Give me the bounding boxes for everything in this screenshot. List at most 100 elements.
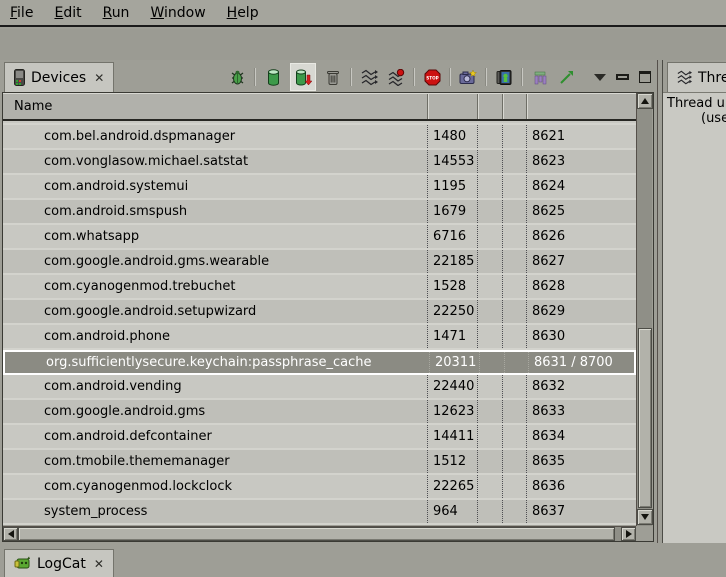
table-row[interactable]: com.whatsapp 6716 8626 xyxy=(3,225,636,250)
scroll-left-button[interactable] xyxy=(3,527,18,541)
process-port-cell: 8632 xyxy=(527,375,636,398)
scroll-down-button[interactable] xyxy=(637,509,653,525)
stop-process-button[interactable]: STOP xyxy=(422,66,442,88)
process-port-cell: 8630 xyxy=(527,325,636,348)
process-pid-cell: 22440 xyxy=(428,375,478,398)
toolbar-separator xyxy=(413,68,415,86)
device-screen-icon xyxy=(496,69,512,86)
tab-devices[interactable]: Devices ✕ xyxy=(4,62,114,92)
table-row[interactable]: com.android.vending 22440 8632 xyxy=(3,375,636,400)
toolbar-separator xyxy=(350,68,352,86)
debug-process-button[interactable] xyxy=(227,66,247,88)
systrace-button[interactable] xyxy=(557,66,577,88)
vertical-scroll-thumb[interactable] xyxy=(638,328,652,508)
stop-icon: STOP xyxy=(424,69,441,86)
vertical-scrollbar[interactable] xyxy=(636,93,652,526)
column-header-4[interactable] xyxy=(503,94,527,119)
table-row[interactable]: com.cyanogenmod.lockclock 22265 8636 xyxy=(3,475,636,500)
table-row[interactable]: com.android.smspush 1679 8625 xyxy=(3,200,636,225)
empty-cell xyxy=(503,475,527,498)
horizontal-scrollbar[interactable] xyxy=(3,526,636,541)
process-pid-cell: 14411 xyxy=(428,425,478,448)
update-threads-button[interactable] xyxy=(359,66,379,88)
threads-message: Thread updates not enabled for selected … xyxy=(663,92,726,543)
process-pid-cell: 14553 xyxy=(428,150,478,173)
process-name-cell: org.sufficientlysecure.keychain:passphra… xyxy=(5,352,430,373)
horizontal-scroll-thumb[interactable] xyxy=(18,527,615,541)
process-pid-cell: 12623 xyxy=(428,400,478,423)
close-icon[interactable]: ✕ xyxy=(94,557,104,571)
process-pid-cell: 1471 xyxy=(428,325,478,348)
profiling-bars-icon xyxy=(533,69,548,86)
table-header: Name xyxy=(3,93,636,121)
tab-threads[interactable]: Threads xyxy=(667,62,726,92)
table-row[interactable]: com.android.defcontainer 14411 8634 xyxy=(3,425,636,450)
table-row[interactable]: com.google.android.gms 12623 8633 xyxy=(3,400,636,425)
scroll-up-button[interactable] xyxy=(637,93,653,109)
table-row[interactable]: com.tmobile.thememanager 1512 8635 xyxy=(3,450,636,475)
menubar: File Edit Run Window Help xyxy=(0,0,726,27)
menu-edit[interactable]: Edit xyxy=(54,5,81,21)
process-pid-cell: 22250 xyxy=(428,300,478,323)
thread-profiling-button[interactable] xyxy=(386,66,406,88)
column-header-port[interactable] xyxy=(527,94,636,119)
table-row[interactable]: com.android.systemui 1195 8624 xyxy=(3,175,636,200)
threads-icon xyxy=(361,69,378,86)
empty-cell xyxy=(478,425,503,448)
camera-icon xyxy=(459,69,477,86)
column-header-3[interactable] xyxy=(478,94,503,119)
empty-cell xyxy=(503,300,527,323)
table-row[interactable]: com.android.phone 1471 8630 xyxy=(3,325,636,350)
heap-icon xyxy=(267,69,280,86)
arrow-up-icon xyxy=(641,98,649,104)
tab-devices-label: Devices xyxy=(31,70,86,86)
toolbar-separator xyxy=(254,68,256,86)
process-name-cell: com.cyanogenmod.lockclock xyxy=(3,475,428,498)
table-row[interactable]: com.bel.android.dspmanager 1480 8621 xyxy=(3,125,636,150)
screen-capture-button[interactable] xyxy=(458,66,478,88)
process-port-cell: 8623 xyxy=(527,150,636,173)
view-hierarchy-button[interactable] xyxy=(494,66,514,88)
table-row[interactable]: com.google.android.gms.wearable 22185 86… xyxy=(3,250,636,275)
column-header-pid[interactable] xyxy=(428,94,478,119)
close-icon[interactable]: ✕ xyxy=(94,71,104,85)
table-row[interactable]: system_process 964 8637 xyxy=(3,500,636,525)
stop-icon-label: STOP xyxy=(426,75,439,80)
process-port-cell: 8627 xyxy=(527,250,636,273)
empty-cell xyxy=(503,200,527,223)
empty-cell xyxy=(478,250,503,273)
minimize-button[interactable] xyxy=(616,74,629,80)
process-name-cell: com.whatsapp xyxy=(3,225,428,248)
devices-tabbar: Devices ✕ xyxy=(0,60,657,92)
update-heap-button[interactable] xyxy=(263,66,283,88)
maximize-button[interactable] xyxy=(639,71,651,83)
empty-cell xyxy=(478,475,503,498)
column-header-name[interactable]: Name xyxy=(3,94,428,119)
process-port-cell: 8637 xyxy=(527,500,636,523)
table-row[interactable]: com.vonglasow.michael.satstat 14553 8623 xyxy=(3,150,636,175)
table-row[interactable]: org.sufficientlysecure.keychain:passphra… xyxy=(3,350,636,375)
scroll-right-button[interactable] xyxy=(621,527,636,541)
table-row[interactable]: com.google.android.setupwizard 22250 862… xyxy=(3,300,636,325)
table-row[interactable]: com.cyanogenmod.trebuchet 1528 8628 xyxy=(3,275,636,300)
tab-logcat[interactable]: LogCat ✕ xyxy=(4,549,114,577)
process-port-cell: 8625 xyxy=(527,200,636,223)
process-pid-cell: 1512 xyxy=(428,450,478,473)
view-menu-button[interactable] xyxy=(594,74,606,81)
dump-hprof-button[interactable] xyxy=(290,63,316,91)
threads-panel: Threads Thread updates not enabled for s… xyxy=(662,60,726,543)
empty-cell xyxy=(503,450,527,473)
process-pid-cell: 1480 xyxy=(428,125,478,148)
method-profiling-button[interactable] xyxy=(530,66,550,88)
empty-cell xyxy=(503,250,527,273)
menu-help[interactable]: Help xyxy=(227,5,259,21)
empty-cell xyxy=(478,275,503,298)
menu-file[interactable]: File xyxy=(10,5,33,21)
empty-cell xyxy=(503,400,527,423)
menu-run[interactable]: Run xyxy=(103,5,130,21)
arrow-down-icon xyxy=(641,514,649,520)
empty-cell xyxy=(503,275,527,298)
process-port-cell: 8626 xyxy=(527,225,636,248)
menu-window[interactable]: Window xyxy=(150,5,205,21)
cause-gc-button[interactable] xyxy=(323,66,343,88)
